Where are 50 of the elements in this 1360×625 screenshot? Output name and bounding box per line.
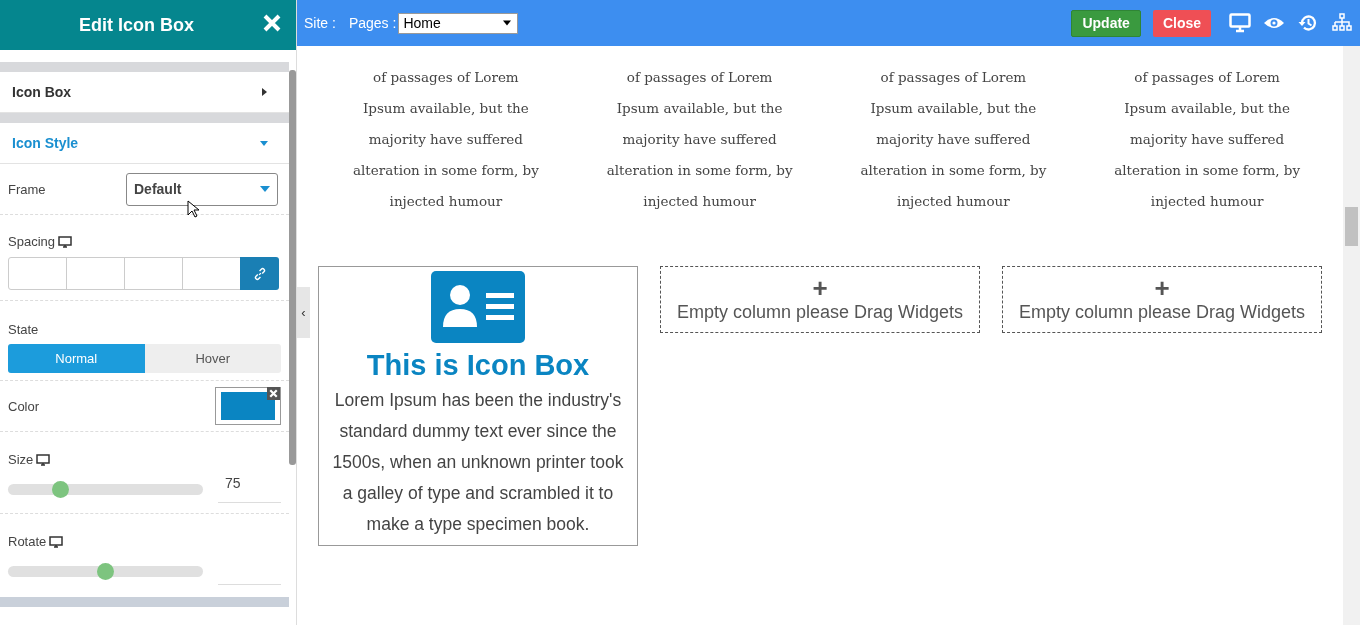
pages-label: Pages : (348, 15, 397, 31)
monitor-icon[interactable] (1229, 13, 1251, 33)
panel-title: Edit Icon Box (79, 14, 194, 36)
link-icon (252, 266, 267, 281)
caret-icon (259, 87, 269, 97)
monitor-icon (49, 535, 64, 548)
monitor-icon (36, 453, 51, 466)
monitor-icon (58, 235, 72, 248)
paragraph: of passages of Lorem Ipsum available, but the majority have suffered alteration in some form, by injected humour (859, 68, 1048, 211)
scrollbar[interactable] (289, 70, 296, 465)
caret-icon (260, 186, 270, 192)
rotate-slider[interactable] (8, 565, 203, 577)
icon-box-card[interactable]: This is Icon Box Lorem Ipsum has been the industry's standard dummy text ever since the 1500s, when an unknown printer took a galley of type and scrambled it to make a type specimen book. (318, 266, 638, 546)
spacing-input[interactable] (8, 257, 67, 290)
clear-icon[interactable] (267, 387, 280, 400)
collapse-handle[interactable]: ‹ (297, 287, 310, 338)
toolbar-button[interactable]: Update (1071, 9, 1141, 37)
empty-column-placeholder[interactable]: + Empty column please Drag Widgets (1002, 266, 1322, 333)
field-label: Spacing (8, 234, 55, 249)
scrollbar[interactable] (1345, 207, 1358, 246)
field-label: Frame (8, 181, 46, 197)
contact-card-icon (431, 271, 525, 343)
caret-icon (259, 138, 269, 148)
spacing-input[interactable] (66, 257, 125, 290)
frame-dropdown[interactable]: Default (126, 172, 278, 206)
paragraph: of passages of Lorem Ipsum available, but the majority have suffered alteration in some form, by injected humour (351, 68, 540, 211)
link-button[interactable] (240, 257, 279, 290)
cursor-icon (187, 200, 199, 218)
field-label: Rotate (8, 534, 47, 549)
field-label: State (8, 322, 39, 337)
caret-icon (503, 20, 512, 26)
paragraph: of passages of Lorem Ipsum available, but the majority have suffered alteration in some form, by injected humour (605, 68, 794, 211)
close-icon[interactable] (262, 13, 282, 33)
toolbar-button[interactable]: Close (1152, 9, 1211, 37)
paragraph: Lorem Ipsum has been the industry's standard dummy text ever since the 1500s, when an unknown printer took a galley of type and scrambled it to make a type specimen book. (332, 389, 624, 536)
site-label: Site : (304, 15, 336, 31)
empty-column-placeholder[interactable]: + Empty column please Drag Widgets (660, 266, 980, 333)
size-slider[interactable] (8, 483, 203, 495)
sitemap-icon[interactable] (1331, 13, 1353, 33)
field-label: Color (8, 398, 40, 414)
color-swatch[interactable] (215, 387, 281, 425)
history-icon[interactable] (1297, 13, 1319, 33)
state-tab[interactable]: Hover (144, 344, 281, 373)
size-value-field[interactable]: 75 (218, 475, 281, 503)
icon-box-title: This is Icon Box (366, 348, 590, 383)
paragraph: of passages of Lorem Ipsum available, but the majority have suffered alteration in some form, by injected humour (1113, 68, 1302, 211)
field-label: Size (8, 452, 34, 467)
spacing-input[interactable] (124, 257, 183, 290)
page-select[interactable]: Home (398, 12, 519, 34)
spacing-input[interactable] (182, 257, 241, 290)
